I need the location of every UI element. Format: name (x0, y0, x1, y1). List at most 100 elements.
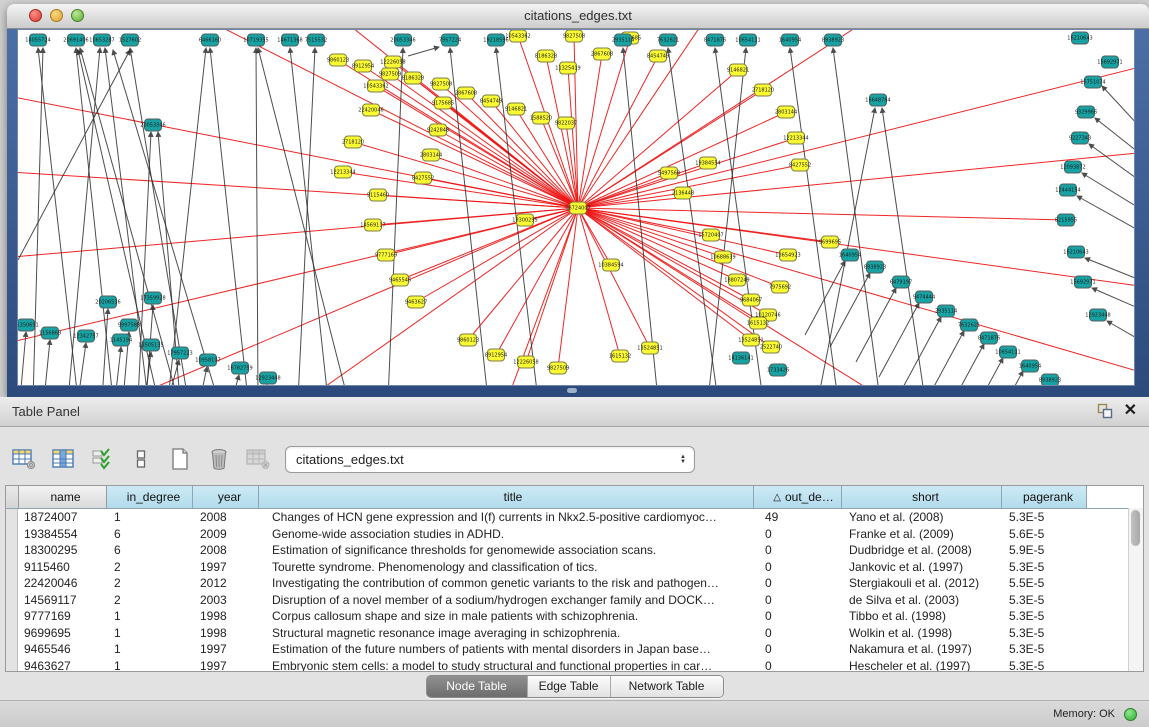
column-header-short[interactable]: short (842, 486, 1002, 508)
row-gutter (6, 641, 18, 658)
minimize-window-icon[interactable] (50, 9, 63, 22)
graph-edge-red (558, 208, 578, 368)
graph-node-label: 13524851 (637, 346, 662, 352)
graph-node-label: 19384554 (695, 161, 720, 167)
tab-edge-table[interactable]: Edge Table (528, 676, 611, 697)
graph-edge-black (924, 331, 964, 385)
cell-pagerank: 5.5E-5 (1001, 575, 1086, 592)
cell-title: Investigating the contribution of common… (258, 575, 753, 592)
row-selection-icon[interactable] (86, 443, 118, 475)
table-body: 1872400712008Changes of HCN gene express… (6, 509, 1143, 672)
close-panel-icon[interactable]: ✕ (1124, 400, 1137, 420)
graph-edge-black (1089, 144, 1134, 178)
cell-name: 9465546 (18, 641, 106, 658)
graph-edge-black (232, 375, 239, 385)
import-table-disabled-icon[interactable] (242, 443, 274, 475)
graph-node-label: 8186328 (402, 76, 424, 82)
cell-title: Genome-wide association studies in ADHD. (258, 526, 753, 543)
table-row[interactable]: 911546021997Tourette syndrome. Phenomeno… (6, 559, 1143, 576)
graph-edge-black (882, 108, 925, 385)
new-column-icon[interactable] (164, 443, 196, 475)
zoom-window-icon[interactable] (71, 9, 84, 22)
graph-edge-black (258, 48, 348, 385)
table-selector[interactable]: citations_edges.txt ▲▼ (285, 446, 695, 473)
graph-node-label: 11350651 (18, 323, 39, 329)
column-header-pagerank[interactable]: pagerank (1002, 486, 1087, 508)
table-panel-header: Table Panel ✕ (0, 397, 1149, 427)
tab-node-table[interactable]: Node Table (427, 676, 528, 697)
column-header-in-degree[interactable]: in_degree (107, 486, 193, 508)
graph-node-label: 14055724 (25, 38, 50, 44)
table-row[interactable]: 946362711997Embryonic stem cells: a mode… (6, 658, 1143, 673)
column-header-name[interactable]: name (19, 486, 107, 508)
close-window-icon[interactable] (29, 9, 42, 22)
graph-node-label: 8938923 (864, 265, 886, 271)
column-header-out-degree[interactable]: △ out_de… (754, 486, 842, 508)
cell-short: Jankovic et al. (1997) (841, 559, 1001, 576)
cell-title: Disruption of a novel member of a sodium… (258, 592, 753, 609)
graph-node-label: 9329966 (1075, 110, 1097, 116)
network-graph[interactable]: 1872400798601238912954122260589827509105… (18, 30, 1134, 385)
status-bar: Memory: OK (0, 700, 1149, 727)
row-gutter (6, 625, 18, 642)
table-row[interactable]: 2242004622012Investigating the contribut… (6, 575, 1143, 592)
cell-out_degree: 0 (753, 559, 841, 576)
graph-node-label: 10654111 (995, 350, 1020, 356)
table-mode-icon[interactable] (8, 443, 40, 475)
graph-node-label: 10653287 (89, 38, 114, 44)
table-row[interactable]: 1938455462009Genome-wide association stu… (6, 526, 1143, 543)
cell-year: 2012 (192, 575, 258, 592)
graph-edge-black (1102, 86, 1134, 125)
cell-short: de Silva et al. (2003) (841, 592, 1001, 609)
graph-node-label: 11325419 (555, 66, 580, 72)
cell-short: Nakamura et al. (1997) (841, 641, 1001, 658)
cell-year: 1998 (192, 608, 258, 625)
tab-network-table[interactable]: Network Table (611, 676, 723, 697)
network-canvas[interactable]: 1872400798601238912954122260589827509105… (17, 29, 1135, 386)
graph-node-label: 2867608 (455, 91, 477, 97)
graph-node-label: 16648784 (865, 98, 890, 104)
table-toolbar: f(x) (8, 441, 313, 477)
cell-in_degree: 1 (106, 658, 192, 673)
row-layout-icon[interactable] (125, 443, 157, 475)
vertical-scrollbar[interactable] (1128, 508, 1143, 671)
float-window-icon[interactable] (1097, 403, 1113, 419)
cell-out_degree: 0 (753, 625, 841, 642)
table-row[interactable]: 969969511998Structural magnetic resonanc… (6, 625, 1143, 642)
delete-icon[interactable] (203, 443, 235, 475)
graph-node-label: 9777169 (375, 253, 397, 259)
graph-edge-red (498, 208, 578, 385)
splitter-handle[interactable] (567, 388, 577, 393)
table-row[interactable]: 1456911722003Disruption of a novel membe… (6, 592, 1143, 609)
column-visibility-icon[interactable] (47, 443, 79, 475)
graph-node-label: 8938923 (822, 38, 844, 44)
graph-edge-red (416, 208, 578, 302)
table-row[interactable]: 1830029562008Estimation of significance … (6, 542, 1143, 559)
scrollbar-thumb[interactable] (1131, 510, 1140, 546)
table-row[interactable]: 1872400712008Changes of HCN gene express… (6, 509, 1143, 526)
graph-edge-red (578, 208, 1134, 380)
column-header-title[interactable]: title (259, 486, 754, 508)
cell-pagerank: 5.3E-5 (1001, 625, 1086, 642)
window-controls (29, 9, 84, 22)
graph-edge-black (668, 48, 718, 385)
cell-pagerank: 5.3E-5 (1001, 509, 1086, 526)
graph-edge-red (373, 208, 578, 225)
graph-node-label: 17957223 (167, 351, 192, 357)
graph-edge-black (298, 48, 315, 385)
graph-node-label: 1640954 (779, 38, 801, 44)
table-row[interactable]: 946554611997Estimation of the future num… (6, 641, 1143, 658)
column-header-year[interactable]: year (193, 486, 259, 508)
memory-status-icon (1124, 708, 1137, 721)
cell-in_degree: 2 (106, 575, 192, 592)
graph-edge-black (1085, 258, 1134, 280)
window-titlebar[interactable]: citations_edges.txt (7, 4, 1149, 29)
graph-node-label: 1527602 (119, 38, 141, 44)
cell-name: 9699695 (18, 625, 106, 642)
cell-name: 9777169 (18, 608, 106, 625)
graph-node-label: 20206536 (95, 300, 120, 306)
cell-in_degree: 6 (106, 526, 192, 543)
graph-node-label: 13654923 (775, 253, 800, 259)
graph-node-label: 2803144 (775, 110, 797, 116)
table-row[interactable]: 977716911998Corpus callosum shape and si… (6, 608, 1143, 625)
